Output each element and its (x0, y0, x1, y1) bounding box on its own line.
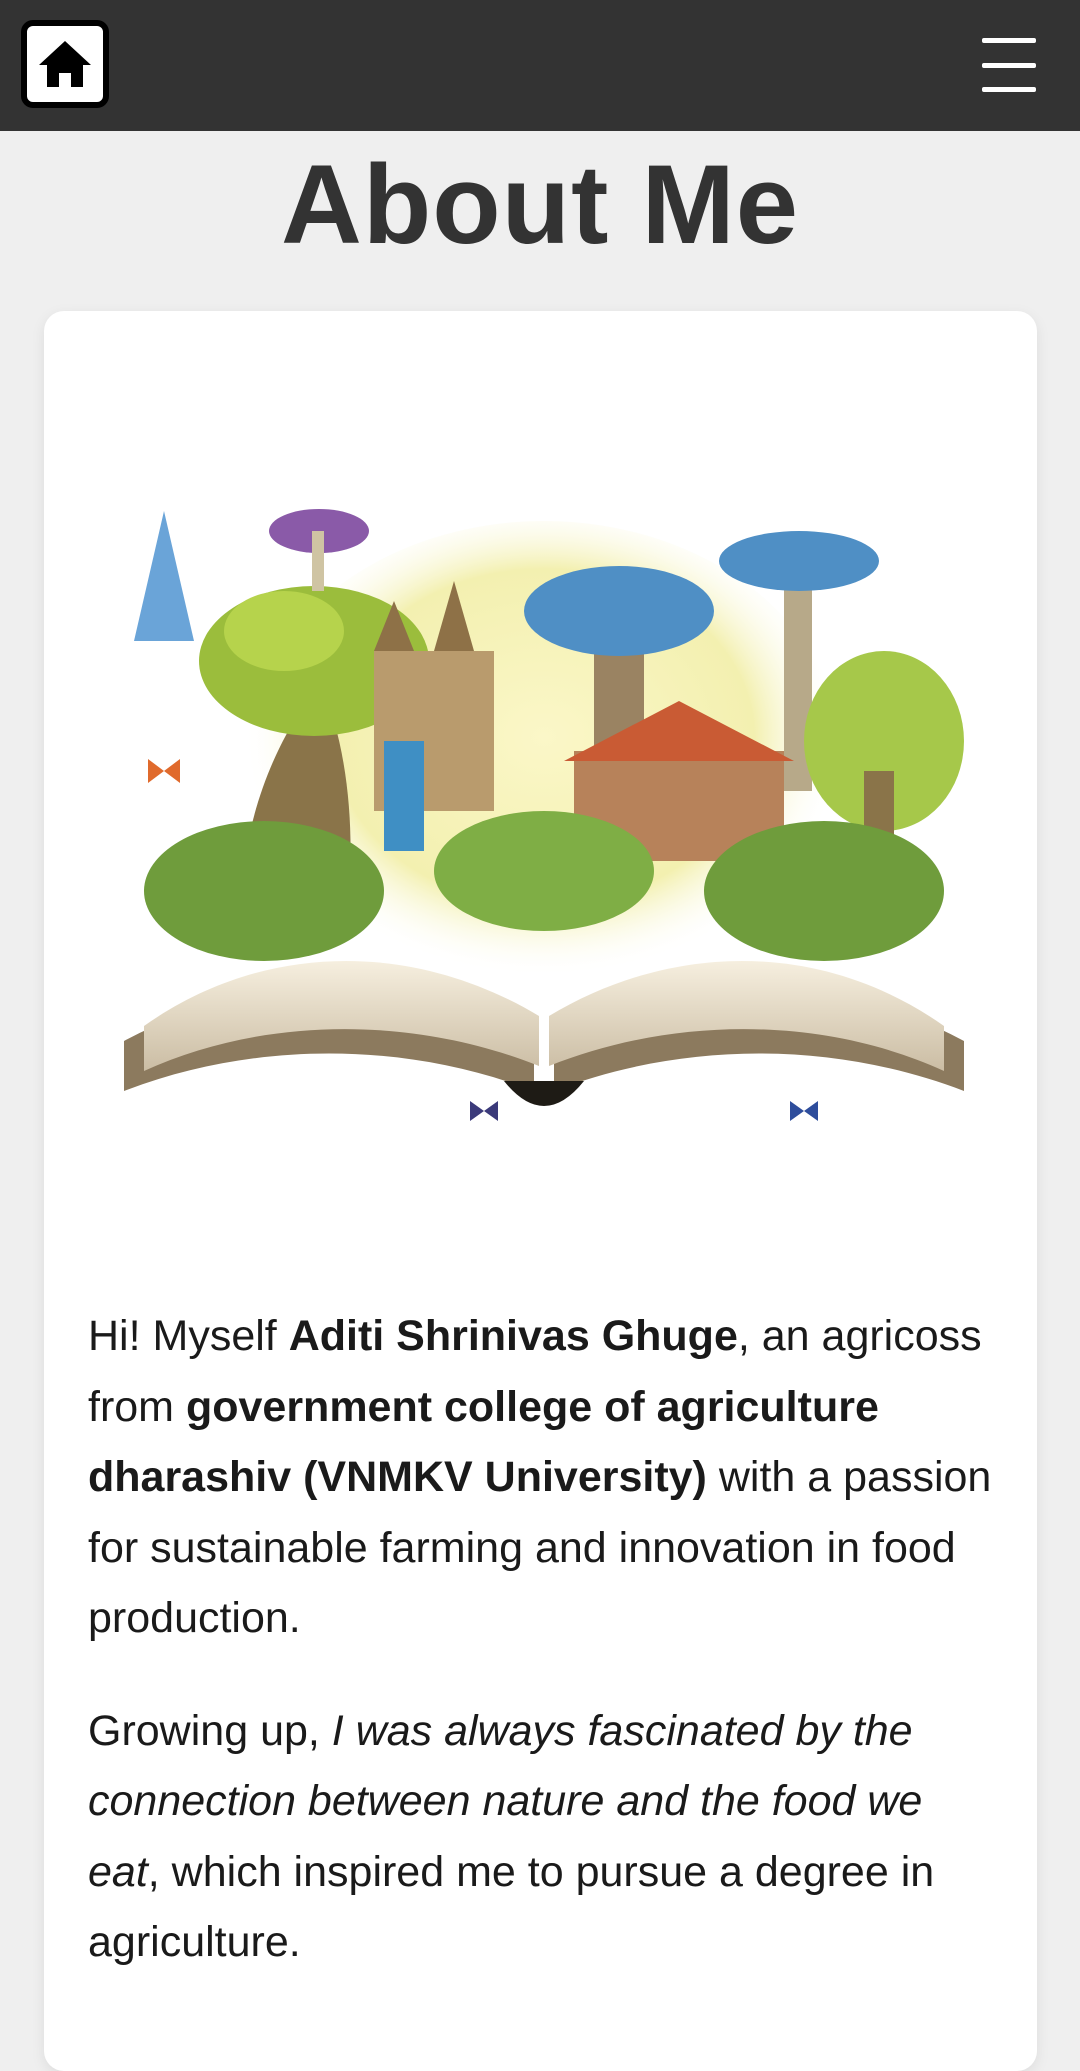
menu-line (982, 62, 1036, 68)
home-button[interactable] (21, 20, 109, 108)
student-name: Aditi Shrinivas Ghuge (288, 1312, 738, 1360)
intro-paragraph: Hi! Myself Aditi Shrinivas Ghuge, an agr… (88, 1312, 992, 1642)
page-title: About Me (280, 142, 800, 267)
background-paragraph: Growing up, I was always fascinated by t… (88, 1706, 935, 1967)
hamburger-menu-button[interactable] (982, 38, 1036, 92)
top-navigation-bar (0, 0, 1080, 131)
bio-text: Hi! Myself Aditi Shrinivas Ghuge, an agr… (88, 1301, 1003, 2020)
menu-line (982, 38, 1036, 43)
home-icon (39, 41, 91, 87)
menu-line (982, 87, 1036, 92)
about-card: Hi! Myself Aditi Shrinivas Ghuge, an agr… (44, 311, 1037, 2071)
open-book-illustration (124, 509, 964, 1121)
